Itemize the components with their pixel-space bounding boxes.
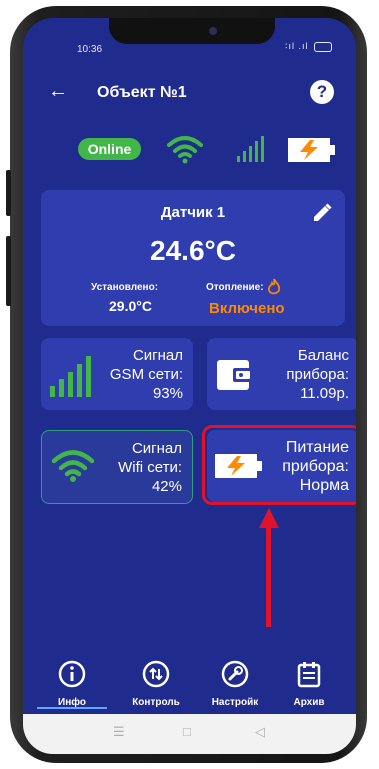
gsm-line-1: Сигнал: [132, 347, 183, 364]
app-bar: ← Объект №1 ?: [23, 76, 356, 116]
indicator-row: Online: [23, 128, 356, 174]
nav-control[interactable]: Контроль: [121, 660, 191, 708]
flame-icon: [267, 278, 281, 295]
signal-status-text: ∶ıl .ıl: [285, 41, 309, 51]
arrows-icon: [142, 660, 170, 688]
highlight-frame: [202, 425, 356, 505]
help-icon[interactable]: ?: [310, 80, 334, 104]
back-arrow-icon[interactable]: ←: [48, 80, 68, 103]
gsm-line-2: GSM сети:: [109, 366, 183, 383]
wifi-line-2: Wifi сети:: [118, 459, 182, 476]
app-screen: 10:36 ∶ıl .ıl ← Объект №1 ? Online Датчи…: [23, 18, 356, 754]
edit-pencil-icon[interactable]: [311, 202, 333, 224]
heating-label: Отопление:: [206, 282, 264, 293]
gsm-signal-text: Сигнал GSM сети: 93%: [110, 346, 183, 403]
status-icons: ∶ıl .ıl: [285, 41, 332, 52]
set-temperature-label: Установлено:: [91, 282, 159, 293]
wifi-signal-text: Сигнал Wifi сети: 42%: [118, 439, 182, 496]
gsm-value: 93%: [152, 385, 183, 402]
system-nav-bar: ☰ □ ◁: [23, 714, 356, 754]
sensor-card[interactable]: Датчик 1 24.6°C Установлено: 29.0°C Отоп…: [41, 190, 345, 326]
nav-control-label: Контроль: [132, 697, 180, 708]
signal-bars-icon: [237, 136, 264, 162]
page-title: Объект №1: [97, 84, 187, 101]
nav-archive[interactable]: Архив: [274, 660, 344, 708]
gsm-signal-tile[interactable]: Сигнал GSM сети: 93%: [41, 338, 193, 410]
balance-tile[interactable]: Баланс прибора: 11.09р.: [207, 338, 356, 410]
signal-bars-icon: [50, 356, 91, 397]
nav-settings[interactable]: Настройк: [200, 660, 270, 708]
power-button: [6, 236, 11, 306]
wifi-icon: [167, 136, 203, 164]
balance-line-1: Баланс: [297, 347, 349, 364]
annotation-arrow-line: [266, 523, 271, 627]
back-icon[interactable]: ◁: [255, 724, 265, 740]
current-temperature: 24.6°C: [150, 235, 236, 266]
online-badge: Online: [78, 138, 141, 160]
bottom-navigation: Инфо Контроль Настройк Архив: [23, 654, 356, 714]
home-icon[interactable]: □: [183, 724, 191, 739]
nav-archive-label: Архив: [293, 697, 325, 708]
set-temperature-value: 29.0°C: [109, 298, 152, 314]
status-time: 10:36: [77, 44, 103, 55]
heating-status: Включено: [209, 300, 285, 317]
wifi-value: 42%: [151, 478, 182, 495]
wallet-icon: [217, 360, 253, 390]
wrench-icon: [221, 660, 249, 688]
balance-line-2: прибора:: [286, 366, 349, 383]
wifi-icon: [51, 450, 95, 482]
active-tab-indicator: [37, 707, 107, 709]
volume-button: [6, 170, 11, 216]
calendar-icon: [297, 662, 321, 688]
battery-status-icon: [314, 41, 332, 52]
battery-charging-icon: [288, 138, 335, 162]
wifi-line-1: Сигнал: [131, 440, 182, 457]
balance-text: Баланс прибора: 11.09р.: [286, 346, 349, 403]
camera-icon: [209, 27, 217, 35]
nav-settings-label: Настройк: [211, 697, 259, 708]
balance-value: 11.09р.: [300, 385, 349, 402]
info-icon: [58, 660, 86, 688]
sensor-name: Датчик 1: [160, 204, 226, 221]
camera-notch: [109, 18, 275, 44]
wifi-signal-tile[interactable]: Сигнал Wifi сети: 42%: [41, 430, 193, 504]
menu-icon[interactable]: ☰: [113, 724, 125, 740]
nav-info[interactable]: Инфо: [37, 660, 107, 708]
